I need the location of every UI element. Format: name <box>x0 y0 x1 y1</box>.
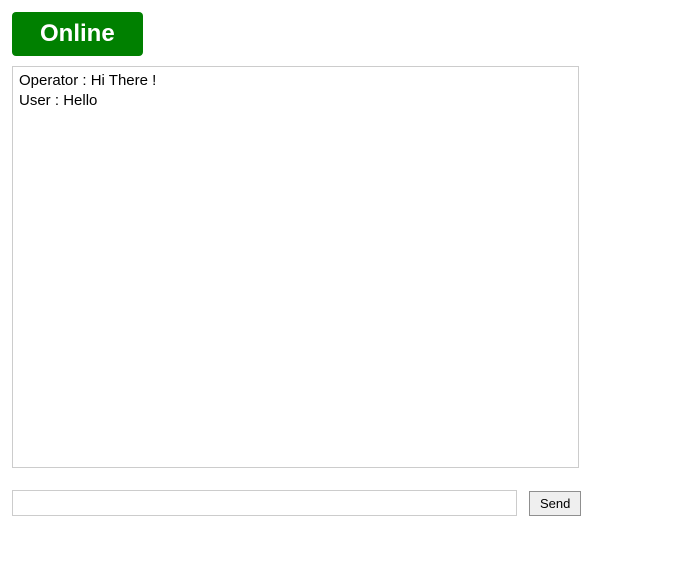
chat-text: Hello <box>63 92 97 109</box>
status-badge: Online <box>12 12 143 56</box>
chat-sender: Operator <box>19 72 78 89</box>
chat-history: Operator : Hi There ! User : Hello <box>12 66 579 468</box>
chat-sender: User <box>19 92 51 109</box>
message-input[interactable] <box>12 490 517 516</box>
input-row: Send <box>12 490 680 516</box>
chat-message: Operator : Hi There ! <box>19 71 572 91</box>
chat-text: Hi There ! <box>91 72 157 89</box>
send-button[interactable]: Send <box>529 491 581 516</box>
chat-message: User : Hello <box>19 91 572 111</box>
